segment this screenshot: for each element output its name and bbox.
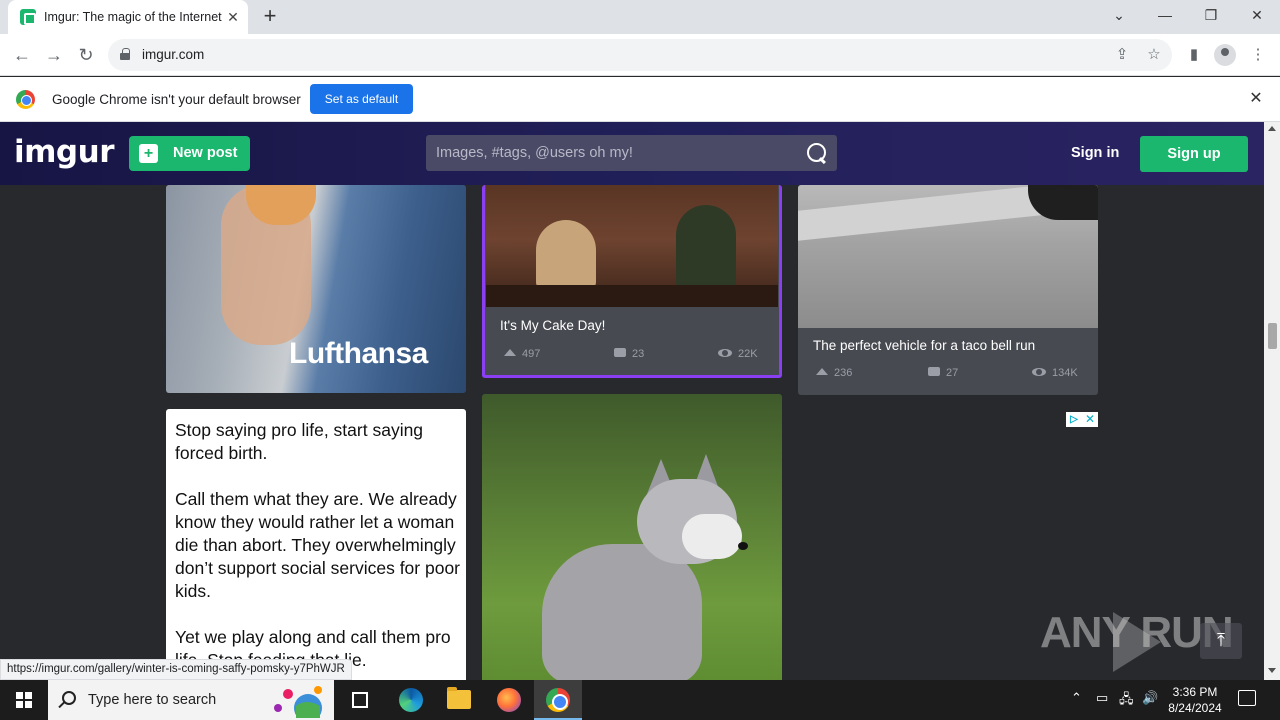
sign-in-link[interactable]: Sign in: [1071, 145, 1119, 161]
restore-icon[interactable]: ❐: [1188, 0, 1234, 32]
tab-close-icon[interactable]: ✕: [224, 8, 242, 26]
battery-icon[interactable]: ▭: [1096, 690, 1108, 706]
post-image: [486, 185, 778, 307]
taskbar-search-text: Type here to search: [88, 692, 217, 708]
status-bar-url: https://imgur.com/gallery/winter-is-comi…: [0, 659, 352, 680]
upvote-count[interactable]: 497: [504, 348, 540, 360]
plus-icon: +: [139, 144, 158, 163]
taskbar-chrome-app[interactable]: [534, 680, 582, 720]
network-icon[interactable]: 🖧: [1119, 690, 1134, 712]
start-button[interactable]: [0, 680, 48, 720]
post-card-lufthansa[interactable]: Lufthansa: [166, 185, 466, 393]
infobar-close-icon[interactable]: ✕: [1246, 89, 1266, 109]
clock-date: 8/24/2024: [1168, 701, 1222, 715]
clock-time: 3:36 PM: [1172, 685, 1218, 699]
tab-search-icon[interactable]: ⌄: [1096, 0, 1142, 32]
post-card-cake-day[interactable]: It's My Cake Day! 497 23 22K: [482, 185, 782, 378]
new-tab-button[interactable]: +: [258, 5, 282, 29]
default-browser-infobar: Google Chrome isn't your default browser…: [0, 77, 1280, 122]
eye-icon: [718, 349, 732, 357]
back-to-top-button[interactable]: ⤒: [1200, 623, 1242, 659]
tab-imgur[interactable]: Imgur: The magic of the Internet ✕: [8, 0, 248, 34]
share-icon[interactable]: ⇪: [1112, 45, 1132, 65]
address-bar[interactable]: imgur.com ⇪ ☆: [108, 39, 1172, 71]
post-title[interactable]: It's My Cake Day!: [500, 318, 605, 333]
browser-toolbar: ← → ↻ imgur.com ⇪ ☆ ▮ ⋮: [0, 34, 1280, 76]
page-viewport: imgur + New post Images, #tags, @users o…: [0, 122, 1264, 680]
imgur-favicon-icon: [20, 9, 36, 25]
upvote-icon: [816, 368, 828, 375]
back-icon[interactable]: ←: [10, 43, 34, 67]
search-icon[interactable]: [807, 143, 827, 163]
firefox-icon[interactable]: [497, 688, 521, 712]
post-card-taco[interactable]: The perfect vehicle for a taco bell run …: [798, 185, 1098, 395]
side-panel-icon[interactable]: ▮: [1182, 43, 1206, 67]
task-view-icon[interactable]: [352, 692, 368, 708]
post-title[interactable]: The perfect vehicle for a taco bell run: [813, 338, 1035, 353]
upvote-icon: [504, 349, 516, 356]
tab-strip: Imgur: The magic of the Internet ✕ + ⌄ —…: [0, 0, 1280, 34]
scroll-up-icon[interactable]: [1268, 126, 1276, 131]
text-paragraph: Stop saying pro life, start saying force…: [175, 420, 424, 463]
post-card-text[interactable]: Stop saying pro life, start saying force…: [166, 409, 466, 680]
ad-close-icon[interactable]: ✕: [1082, 412, 1098, 427]
sign-up-button[interactable]: Sign up: [1140, 136, 1248, 172]
reload-icon[interactable]: ↻: [74, 43, 98, 67]
infobar-message: Google Chrome isn't your default browser: [52, 92, 301, 107]
upvote-count[interactable]: 236: [816, 367, 852, 379]
windows-logo-icon: [16, 692, 32, 708]
bookmark-star-icon[interactable]: ☆: [1144, 45, 1164, 65]
chrome-icon: [546, 688, 570, 712]
ad-info-icon[interactable]: ▷: [1066, 412, 1082, 427]
new-post-button[interactable]: + New post: [129, 136, 250, 171]
image-caption: Lufthansa: [289, 337, 428, 370]
profile-avatar-icon[interactable]: [1214, 44, 1236, 66]
view-count: 22K: [718, 348, 758, 360]
view-count: 134K: [1032, 367, 1078, 379]
search-icon: [62, 691, 76, 705]
comment-icon: [928, 367, 940, 376]
taskbar-clock[interactable]: 3:36 PM 8/24/2024: [1156, 684, 1234, 716]
chrome-logo-icon: [16, 90, 35, 109]
post-image: Lufthansa: [166, 185, 466, 393]
tray-chevron-icon[interactable]: ⌃: [1071, 690, 1082, 706]
comment-icon: [614, 348, 626, 357]
page-scrollbar[interactable]: [1264, 122, 1280, 680]
edge-icon[interactable]: [399, 688, 423, 712]
search-input[interactable]: Images, #tags, @users oh my!: [426, 135, 837, 171]
comment-count: 27: [928, 367, 958, 379]
imgur-logo[interactable]: imgur: [14, 134, 114, 170]
minimize-icon[interactable]: —: [1142, 0, 1188, 32]
ad-choices[interactable]: ▷ ✕: [1066, 412, 1098, 427]
file-explorer-icon[interactable]: [447, 687, 471, 709]
set-as-default-button[interactable]: Set as default: [310, 84, 413, 114]
post-image: [798, 185, 1098, 328]
forward-icon[interactable]: →: [42, 43, 66, 67]
taskbar-search-box[interactable]: Type here to search: [48, 680, 334, 720]
scroll-down-icon[interactable]: [1268, 668, 1276, 673]
tab-title: Imgur: The magic of the Internet: [44, 10, 222, 24]
close-window-icon[interactable]: ✕: [1234, 0, 1280, 32]
imgur-header: imgur + New post Images, #tags, @users o…: [0, 122, 1264, 185]
menu-kebab-icon[interactable]: ⋮: [1246, 43, 1270, 67]
new-post-label: New post: [173, 145, 238, 161]
text-paragraph: Call them what they are. We already know…: [175, 489, 460, 601]
lock-icon[interactable]: [120, 48, 130, 60]
windows-taskbar: Type here to search ⌃ ▭ 🖧 🔊 3:36 PM 8/24…: [0, 680, 1280, 720]
search-highlight-icon: [274, 686, 322, 718]
comment-count: 23: [614, 348, 644, 360]
notifications-icon[interactable]: [1238, 690, 1256, 706]
search-placeholder: Images, #tags, @users oh my!: [436, 145, 633, 161]
eye-icon: [1032, 368, 1046, 376]
post-card-husky[interactable]: [482, 394, 782, 680]
url-text[interactable]: imgur.com: [142, 47, 204, 62]
scroll-thumb[interactable]: [1268, 323, 1277, 349]
